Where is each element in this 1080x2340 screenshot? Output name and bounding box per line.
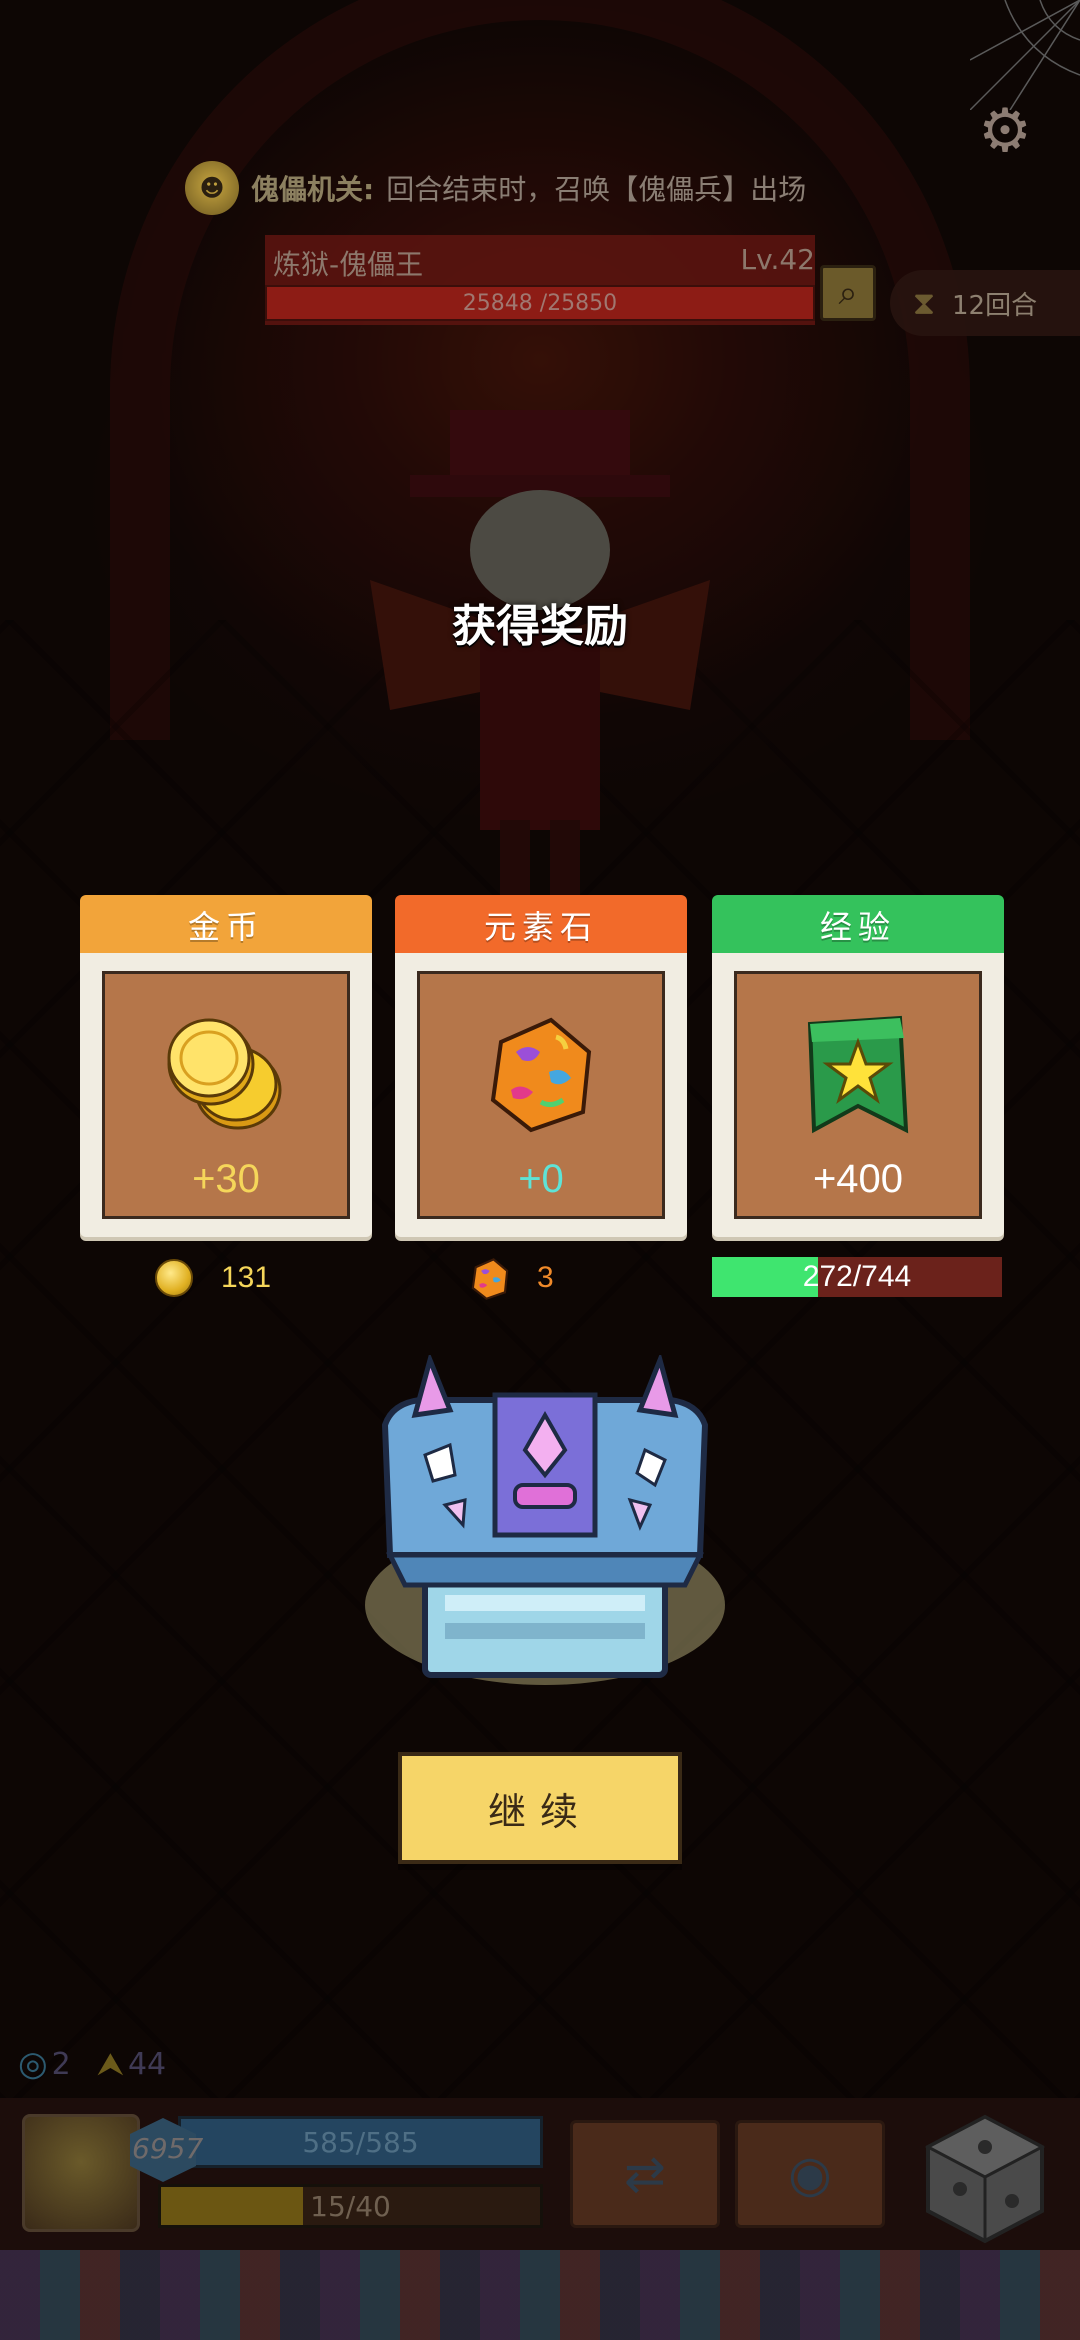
xp-progress-text: 272/744 (802, 1260, 912, 1293)
continue-button[interactable]: 继续 (398, 1752, 682, 1864)
inspect-magnifier-icon[interactable]: ⌕ (820, 265, 876, 321)
hourglass-icon: ⧗ (912, 284, 936, 322)
reward-card-xp: 经验 +400 (712, 895, 1004, 1237)
player-panel: 585/585 6957 15/40 ⇄ ◉ (0, 2098, 1080, 2250)
reward-title: 获得奖励 (452, 601, 628, 652)
reward-card-header: 经验 (712, 895, 1004, 955)
reward-amount-stone: +0 (518, 1157, 564, 1201)
dice-icon (924, 2114, 1046, 2244)
stone-total-value: 3 (537, 1261, 554, 1294)
boss-hp-bar: 25848 /25850 (265, 285, 815, 321)
eye-resource: ◎ 2 (18, 2044, 71, 2084)
settings-gear-icon[interactable]: ⚙ (970, 96, 1040, 166)
round-text: 12回合 (952, 290, 1038, 321)
reward-amount-xp: +400 (812, 1157, 904, 1201)
swap-skill-button[interactable]: ⇄ (570, 2120, 720, 2228)
reward-card-body: +400 (712, 953, 1004, 1237)
player-power: 6957 (132, 2132, 204, 2165)
reward-card-stone: 元素石 +0 (395, 895, 687, 1237)
reward-card-frame: +400 (734, 971, 982, 1219)
gold-coin-icon (167, 1018, 282, 1130)
player-energy-text: 15/40 (310, 2189, 391, 2223)
reward-card-header: 金币 (80, 895, 372, 955)
player-hp-text: 585/585 (302, 2125, 419, 2159)
swap-arrows-icon: ⇄ (624, 2145, 666, 2203)
reward-card-header: 元素石 (395, 895, 687, 955)
upgrade-count: 44 (127, 2046, 167, 2082)
round-counter: ⧗ 12回合 (890, 270, 1080, 336)
deck-card-strip (0, 2250, 1080, 2340)
element-stone-icon (490, 1017, 592, 1133)
upgrade-arrow-icon: ⮝ (96, 2044, 124, 2083)
reward-card-frame: +30 (102, 971, 350, 1219)
boss-status: 炼狱-傀儡王 Lv.42 25848 /25850 (265, 235, 815, 325)
gold-total-value: 131 (221, 1261, 272, 1294)
reward-card-body: +0 (395, 953, 687, 1237)
dice-button[interactable] (910, 2104, 1060, 2254)
reward-card-gold: 金币 +30 (80, 895, 372, 1237)
gold-coin-icon (155, 1259, 193, 1297)
modifier-text: 回合结束时，召唤【傀儡兵】出场 (386, 173, 807, 206)
reward-card-body: +30 (80, 953, 372, 1237)
reward-card-frame: +0 (417, 971, 665, 1219)
element-stone-icon (471, 1258, 509, 1300)
treasure-chest-icon (365, 1355, 725, 1685)
boss-name: 炼狱-傀儡王 (273, 248, 424, 281)
spider-web-icon (970, 0, 1080, 110)
gold-total: 131 (155, 1255, 271, 1301)
player-hp-bar: 585/585 (178, 2116, 543, 2168)
eye-icon: ◎ (18, 2044, 48, 2084)
eye-count: 2 (51, 2046, 71, 2082)
boss-level: Lv.42 (740, 243, 815, 276)
puppet-mask-icon: ☻ (185, 161, 239, 215)
boss-hp-text: 25848 /25850 (462, 290, 618, 316)
modifier-banner: ☻ 傀儡机关: 回合结束时，召唤【傀儡兵】出场 (185, 160, 806, 216)
reward-amount-gold: +30 (192, 1157, 260, 1201)
swirl-skill-button[interactable]: ◉ (735, 2120, 885, 2228)
resource-row: ◎ 2 ⮝ 44 (18, 2040, 166, 2088)
player-avatar[interactable] (22, 2114, 140, 2232)
upgrade-resource: ⮝ 44 (97, 2045, 166, 2084)
stone-total: 3 (465, 1255, 554, 1301)
swirl-icon: ◉ (788, 2145, 832, 2203)
player-energy-bar: 15/40 (158, 2184, 543, 2228)
xp-progress-bar: 272/744 (712, 1257, 1002, 1297)
modifier-label: 傀儡机关: (251, 173, 375, 206)
star-banner-icon (807, 1015, 909, 1134)
